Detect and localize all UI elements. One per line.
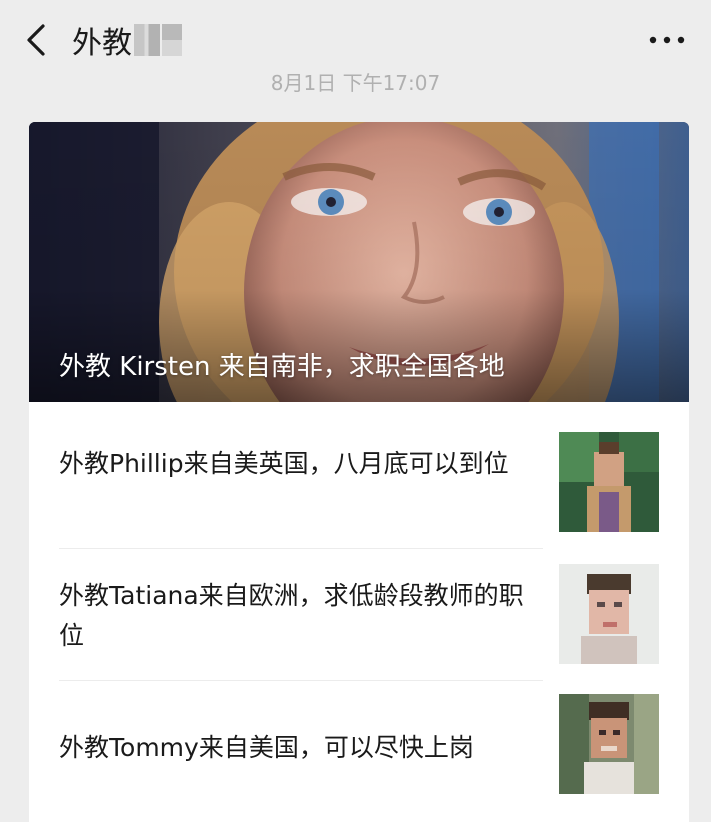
chevron-left-icon <box>27 24 45 56</box>
article-thumbnail <box>559 694 659 794</box>
article-item[interactable]: 外教Tommy来自美国，可以尽快上岗 <box>29 682 689 814</box>
redacted-name-block <box>134 24 160 56</box>
article-item-title: 外教Phillip来自美英国，八月底可以到位 <box>59 449 509 478</box>
article-thumbnail <box>559 564 659 664</box>
thumbnail-photo <box>559 432 659 532</box>
more-options-button[interactable] <box>645 22 689 58</box>
thumbnail-photo <box>559 694 659 794</box>
navigation-bar: 外教 <box>0 0 711 80</box>
article-thumbnail <box>559 432 659 532</box>
message-timestamp: 8月1日 下午17:07 <box>270 72 441 94</box>
chat-title: 外教 <box>72 20 182 61</box>
thumbnail-photo <box>559 564 659 664</box>
chat-title-text: 外教 <box>72 26 132 61</box>
article-item[interactable]: 外教Tatiana来自欧洲，求低龄段教师的职位 <box>29 550 689 682</box>
more-dots-icon <box>649 36 685 44</box>
cover-article-title: 外教 Kirsten 来自南非，求职全国各地 <box>59 352 505 382</box>
divider <box>59 548 543 549</box>
divider <box>59 680 543 681</box>
back-button[interactable] <box>18 18 54 62</box>
article-card: 外教 Kirsten 来自南非，求职全国各地 外教Phillip来自美英国，八月… <box>29 122 689 822</box>
cover-article[interactable]: 外教 Kirsten 来自南非，求职全国各地 <box>29 122 689 402</box>
redacted-name-block <box>162 24 182 56</box>
article-item[interactable]: 外教Phillip来自美英国，八月底可以到位 <box>29 418 689 550</box>
article-item-title: 外教Tatiana来自欧洲，求低龄段教师的职位 <box>59 581 524 650</box>
article-item-title: 外教Tommy来自美国，可以尽快上岗 <box>59 733 474 762</box>
